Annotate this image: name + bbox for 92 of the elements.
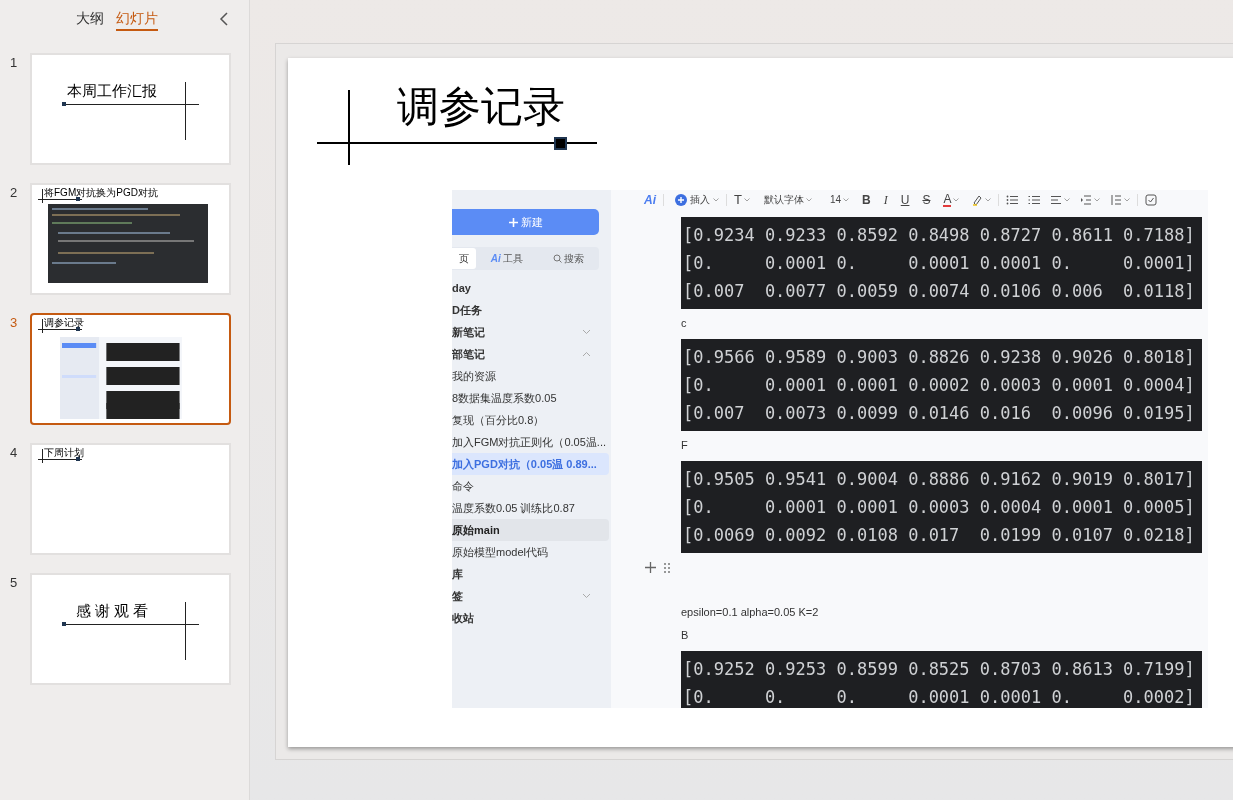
- sidebar-item[interactable]: 加入PGD对抗（0.05温 0.89...: [452, 453, 609, 475]
- note-text: c: [681, 315, 688, 331]
- note-text: epsilon=0.1 alpha=0.05 K=2: [681, 604, 820, 620]
- caret-icon: [953, 197, 960, 202]
- slide-title: 调参记录: [397, 82, 565, 132]
- slide-thumbnail[interactable]: 感 谢 观 看: [30, 573, 231, 685]
- line-spacing-icon[interactable]: [1110, 193, 1123, 206]
- sidebar-tab[interactable]: 页: [452, 248, 476, 269]
- slide-thumbnail[interactable]: 本周工作汇报: [30, 53, 231, 165]
- plus-icon: [508, 217, 518, 227]
- text-style-button[interactable]: T: [734, 190, 750, 210]
- sidebar-tab[interactable]: 搜索: [537, 248, 599, 269]
- caret-icon: [985, 197, 992, 202]
- sidebar-item[interactable]: 温度系数0.05 训练比0.87: [452, 497, 609, 519]
- slide-number: 5: [9, 574, 19, 592]
- font-color-button[interactable]: A: [943, 192, 952, 207]
- sidebar-tab[interactable]: Ai 工具: [476, 248, 538, 269]
- sidebar-item[interactable]: 签: [452, 585, 609, 607]
- sidebar-item[interactable]: 复现（百分比0.8）: [452, 409, 609, 431]
- slide-number: 3: [9, 314, 19, 332]
- numbered-list-icon[interactable]: [1028, 193, 1041, 206]
- bullet-list-icon[interactable]: [1006, 193, 1019, 206]
- caret-icon: [1124, 197, 1131, 202]
- slide-title: 调参记录: [44, 317, 84, 329]
- sidebar-item[interactable]: 部笔记: [452, 343, 609, 365]
- checkbox-icon[interactable]: [1145, 193, 1158, 206]
- code-line: [0. 0.0001 0. 0.0001 0.0001 0. 0.0001]: [683, 251, 1196, 275]
- slide-number: 4: [9, 444, 19, 462]
- note-text: B: [681, 627, 690, 643]
- code-line: [0.9234 0.9233 0.8592 0.8498 0.8727 0.8611 0.7188]: [683, 223, 1196, 247]
- plus-icon: [675, 193, 687, 206]
- caret-icon: [1064, 197, 1071, 202]
- handle-icon: [76, 327, 80, 331]
- italic-button[interactable]: I: [883, 190, 888, 209]
- panel-tab[interactable]: 大纲: [76, 9, 104, 31]
- panel-tab[interactable]: 幻灯片: [116, 9, 158, 31]
- plus-icon[interactable]: [645, 562, 656, 573]
- slide-title: 将FGM对抗换为PGD对抗: [44, 187, 158, 199]
- code-line: [0. 0.0001 0.0001 0.0002 0.0003 0.0001 0.0004]: [683, 373, 1196, 397]
- sidebar-item[interactable]: 新笔记: [452, 321, 609, 343]
- chevron-down-icon[interactable]: [582, 593, 591, 599]
- highlighter-icon[interactable]: [971, 193, 984, 206]
- slide-number: 1: [9, 54, 19, 72]
- ai-logo[interactable]: Ai: [644, 190, 656, 209]
- slide-thumbnail[interactable]: 将FGM对抗换为PGD对抗: [30, 183, 231, 295]
- code-line: [0.0069 0.0092 0.0108 0.017 0.0199 0.0107 0.0218]: [683, 523, 1196, 547]
- handle-icon: [76, 197, 80, 201]
- font-size-dropdown[interactable]: 14: [829, 192, 850, 208]
- drag-handle-icon[interactable]: [664, 562, 670, 573]
- caret-icon: [843, 197, 850, 202]
- sidebar-item[interactable]: 原始模型model代码: [452, 541, 609, 563]
- sidebar-item[interactable]: 库: [452, 563, 609, 585]
- sidebar-item[interactable]: 原始main: [452, 519, 609, 541]
- bold-button[interactable]: B: [862, 190, 871, 209]
- slide-thumbnail[interactable]: 下周计划: [30, 443, 231, 555]
- code-line: [0.007 0.0073 0.0099 0.0146 0.016 0.0096 0.0195]: [683, 401, 1196, 425]
- caret-icon: [743, 197, 750, 202]
- caret-icon: [1094, 197, 1101, 202]
- note-text: F: [681, 437, 689, 453]
- font-dropdown[interactable]: 默认字体: [763, 192, 812, 208]
- code-line: [0.9566 0.9589 0.9003 0.8826 0.9238 0.9026 0.8018]: [683, 345, 1196, 369]
- slide-thumbnail[interactable]: 调参记录: [30, 313, 231, 425]
- sidebar-item[interactable]: D任务: [452, 299, 609, 321]
- caret-icon: [713, 197, 719, 202]
- sidebar-item[interactable]: day: [452, 277, 609, 299]
- insert-button[interactable]: 插入: [675, 192, 719, 208]
- collapse-icon[interactable]: [219, 12, 229, 26]
- handle-icon: [62, 102, 66, 106]
- sidebar-item[interactable]: 8数据集温度系数0.05: [452, 387, 609, 409]
- sidebar-item[interactable]: 我的资源: [452, 365, 609, 387]
- slide-number: 2: [9, 184, 19, 202]
- indent-icon[interactable]: [1080, 193, 1093, 206]
- align-icon[interactable]: [1050, 193, 1063, 206]
- code-line: [0.9505 0.9541 0.9004 0.8886 0.9162 0.9019 0.8017]: [683, 467, 1196, 491]
- handle-icon: [62, 622, 66, 626]
- code-line: [0.007 0.0077 0.0059 0.0074 0.0106 0.006 0.0118]: [683, 279, 1196, 303]
- code-line: [0. 0. 0. 0.0001 0.0001 0. 0.0002]: [683, 685, 1196, 708]
- slide-title: 感 谢 观 看: [74, 601, 150, 621]
- caret-icon: [805, 197, 812, 202]
- sidebar-item[interactable]: 命令: [452, 475, 609, 497]
- code-line: [0. 0.0001 0.0001 0.0003 0.0004 0.0001 0.0005]: [683, 495, 1196, 519]
- slide-title: 下周计划: [44, 447, 84, 459]
- code-line: [0.9252 0.9253 0.8599 0.8525 0.8703 0.8613 0.7199]: [683, 657, 1196, 681]
- handle-icon: [76, 457, 80, 461]
- strikethrough-button[interactable]: S: [922, 190, 931, 209]
- slide-title: 本周工作汇报: [66, 81, 158, 101]
- chevron-up-icon[interactable]: [582, 351, 591, 357]
- underline-button[interactable]: U: [900, 190, 910, 209]
- sidebar-item[interactable]: 加入FGM对抗正则化（0.05温...: [452, 431, 609, 453]
- sidebar-item[interactable]: 收站: [452, 607, 609, 629]
- chevron-down-icon[interactable]: [582, 329, 591, 335]
- search-icon: [552, 254, 562, 263]
